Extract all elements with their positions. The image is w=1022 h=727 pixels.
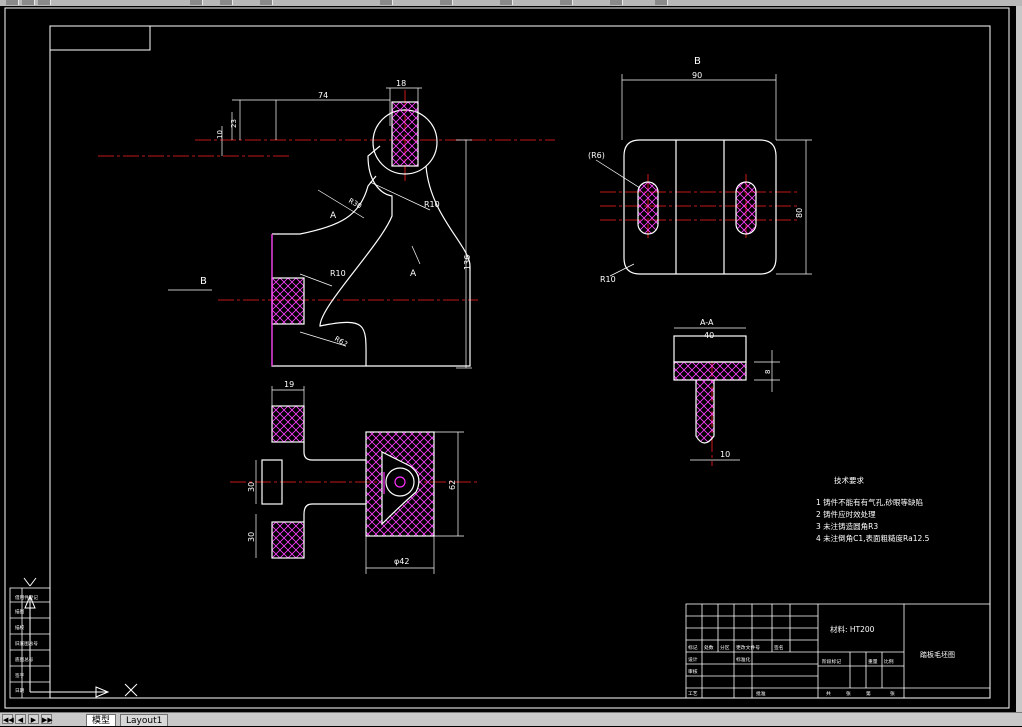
tb-cell: 标记 <box>688 644 698 651</box>
vertical-scrollbar[interactable] <box>1015 6 1022 712</box>
tb-cell: 批准 <box>756 690 766 697</box>
dim-30-lower: 30 <box>247 532 256 542</box>
side-cell: 旧底图总号 <box>15 640 38 647</box>
tb-cell: 阶段标记 <box>822 658 841 665</box>
side-cell: 借用件登记 <box>15 594 38 601</box>
tech-title: 技术要求 <box>834 475 864 485</box>
toolbar-button[interactable] <box>260 0 273 5</box>
prev-tab-button[interactable]: ◀ <box>15 714 26 724</box>
tech-item: 2 铸件应时效处理 <box>816 509 876 519</box>
dim-90: 90 <box>692 71 702 80</box>
toolbar-button[interactable] <box>440 0 453 5</box>
dim-136: 136 <box>463 255 472 270</box>
dim-r6: (R6) <box>588 151 605 160</box>
dim-8: 8 <box>764 370 772 374</box>
layout-tabbar: ◀◀ ◀ ▶ ▶▶ 模型 Layout1 <box>0 712 1022 726</box>
tb-cell: 标准化 <box>736 656 751 663</box>
toolbar-button[interactable] <box>560 0 573 5</box>
tb-cell: 审核 <box>688 668 698 675</box>
dim-30-upper: 30 <box>247 482 256 492</box>
toolbar-button[interactable] <box>380 0 393 5</box>
dim-23: 23 <box>230 119 238 128</box>
dim-19: 19 <box>284 380 294 389</box>
toolbar-button[interactable] <box>22 0 35 5</box>
dim-r10-upper: R10 <box>424 200 440 209</box>
toolbar-button[interactable] <box>190 0 203 5</box>
next-tab-button[interactable]: ▶ <box>28 714 39 724</box>
dim-40: 40 <box>704 331 714 340</box>
view-b-arrow-label: B <box>200 276 207 287</box>
tech-item: 3 未注铸造圆角R3 <box>816 521 878 531</box>
tb-cell: 设计 <box>688 656 698 663</box>
dim-10-section: 10 <box>720 450 730 459</box>
tb-cell: 第 <box>866 690 871 697</box>
toolbar-button[interactable] <box>655 0 668 5</box>
toolbar-button[interactable] <box>6 0 19 5</box>
toolbar-button[interactable] <box>220 0 233 5</box>
toolbar-button[interactable] <box>38 0 51 5</box>
tb-cell: 签名 <box>774 644 784 651</box>
side-cell: 签字 <box>15 672 25 679</box>
toolbar-button[interactable] <box>500 0 513 5</box>
side-cell: 描校 <box>15 624 25 631</box>
tb-cell: 处数 <box>704 644 714 651</box>
dim-10: 10 <box>216 130 224 139</box>
section-title: A-A <box>700 318 714 327</box>
dim-80: 80 <box>795 208 804 218</box>
dim-74: 74 <box>318 91 328 100</box>
dim-r10-view-b: R10 <box>600 275 616 284</box>
tb-cell: 张 <box>846 690 851 697</box>
last-tab-button[interactable]: ▶▶ <box>41 714 53 724</box>
drawing-canvas[interactable]: 借用件登记 描图 描校 旧底图总号 底图总号 签字 日期 74 18 23 10… <box>0 6 1016 712</box>
tb-cell: 重量 <box>868 658 878 665</box>
tb-cell: 比例 <box>884 658 894 665</box>
material-label: 材料: HT200 <box>830 624 875 634</box>
tab-model[interactable]: 模型 <box>86 714 117 726</box>
tb-cell: 张 <box>890 690 895 697</box>
tb-cell: 更改文件号 <box>736 644 760 651</box>
tb-cell: 工艺 <box>688 691 698 697</box>
side-cell: 描图 <box>15 608 25 615</box>
side-cell: 底图总号 <box>15 656 34 663</box>
section-mark-right: A <box>410 269 417 279</box>
dim-62: 62 <box>448 480 457 490</box>
tech-item: 1 铸件不能有有气孔,砂眼等缺陷 <box>816 497 923 507</box>
dim-18: 18 <box>396 79 406 88</box>
part-name: 踏板毛坯图 <box>920 650 955 659</box>
view-b-title: B <box>694 56 701 67</box>
tb-cell: 分区 <box>720 644 730 651</box>
first-tab-button[interactable]: ◀◀ <box>2 714 14 724</box>
section-mark-left: A <box>330 211 337 221</box>
dim-phi42: φ42 <box>394 557 409 566</box>
toolbar-button[interactable] <box>610 0 623 5</box>
tb-cell: 共 <box>826 690 831 697</box>
dim-r10-lower: R10 <box>330 269 346 278</box>
tech-item: 4 未注倒角C1,表面粗糙度Ra12.5 <box>816 533 930 543</box>
side-cell: 日期 <box>15 688 25 694</box>
tab-layout1[interactable]: Layout1 <box>120 714 169 726</box>
